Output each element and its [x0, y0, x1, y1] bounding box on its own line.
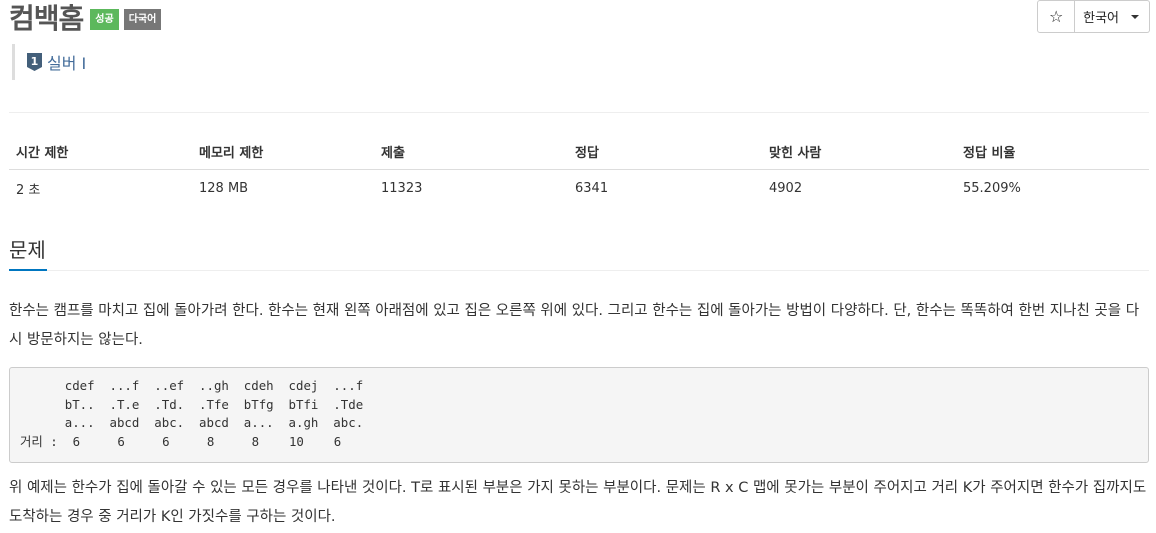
header-time-limit: 시간 제한	[9, 134, 192, 170]
value-accept-ratio: 55.209%	[963, 181, 1021, 196]
section-underline	[9, 269, 47, 271]
value-memory-limit: 128 MB	[199, 181, 249, 196]
header-solved-users: 맞힌 사람	[762, 134, 956, 170]
table-header-row: 시간 제한 메모리 제한 제출 정답 맞힌 사람 정답 비율	[9, 134, 1149, 170]
value-submissions[interactable]: 11323	[374, 170, 568, 208]
silver-1-tier-icon: 1	[27, 53, 42, 71]
problem-header: 컴백홈 성공 다국어	[9, 2, 162, 36]
section-title: 문제	[9, 238, 46, 262]
header-submissions: 제출	[374, 134, 568, 170]
problem-toolbar: ☆ 한국어	[1037, 0, 1150, 33]
value-accepted: 6341	[575, 181, 609, 196]
tier-level-digit: 1	[31, 55, 39, 68]
problem-info-table: 시간 제한 메모리 제한 제출 정답 맞힌 사람 정답 비율 2 초 128 M…	[9, 134, 1149, 207]
example-code-block: cdef ...f ..ef ..gh cdeh cdej ...f bT.. …	[9, 367, 1149, 463]
tier-label[interactable]: 실버 I	[47, 50, 86, 74]
status-badge-success: 성공	[90, 8, 119, 30]
header-accepted: 정답	[568, 134, 762, 170]
caret-down-icon	[1131, 14, 1139, 19]
header-accept-ratio: 정답 비율	[956, 134, 1149, 170]
problem-description: 한수는 캠프를 마치고 집에 돌아가려 한다. 한수는 현재 왼쪽 아래점에 있…	[9, 303, 1140, 348]
value-solved-users: 4902	[769, 181, 803, 196]
problem-title: 컴백홈	[9, 2, 84, 35]
status-badge-multilingual: 다국어	[123, 8, 162, 30]
header-memory-limit: 메모리 제한	[192, 134, 374, 170]
language-dropdown[interactable]: 한국어	[1075, 0, 1150, 33]
value-time-limit: 2 초	[16, 183, 41, 198]
favorite-button[interactable]: ☆	[1037, 0, 1076, 33]
table-row: 2 초 128 MB 11323 6341 4902 55.209%	[9, 170, 1149, 208]
star-icon: ☆	[1048, 7, 1064, 26]
section-divider	[9, 270, 1149, 271]
tier-indicator: 1 실버 I	[12, 44, 86, 80]
divider	[9, 112, 1149, 113]
language-label: 한국어	[1083, 11, 1119, 26]
problem-description-continued: 위 예제는 한수가 집에 돌아갈 수 있는 모든 경우를 나타낸 것이다. T로…	[9, 480, 1147, 525]
